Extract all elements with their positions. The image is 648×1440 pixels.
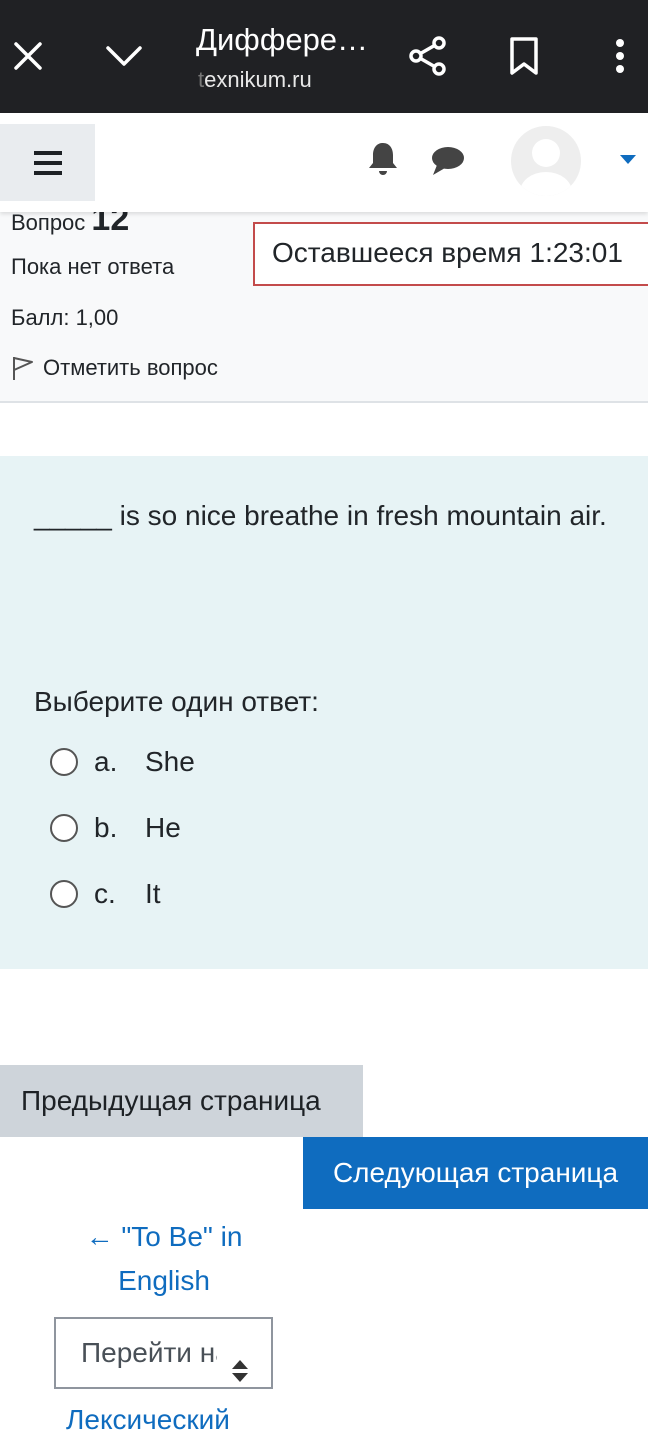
chevron-down-icon[interactable] [102,36,146,76]
quiz-timer: Оставшееся время 1:23:01 [253,222,648,286]
jump-select-value: Перейти на... [81,1337,217,1368]
question-text: _____ is so nice breathe in fresh mounta… [34,500,607,531]
answer-letter: a. [94,746,118,777]
select-arrows-icon [231,1341,249,1382]
question-content: _____ is so nice breathe in fresh mounta… [0,456,648,969]
more-vert-icon[interactable] [606,34,634,78]
page-title: Диффере… [196,22,369,57]
answer-letter: b. [94,812,118,843]
next-page-button[interactable]: Следующая страница [303,1137,648,1209]
browser-toolbar: Диффере… texnikum.ru [0,0,648,113]
question-number: Вопрос 12 [11,212,130,238]
answer-text: It [145,878,161,909]
answer-option-a[interactable]: a. She [50,742,195,782]
answer-option-c[interactable]: c. It [50,874,161,914]
question-grade: Балл: 1,00 [11,305,119,330]
bell-icon[interactable] [366,141,400,177]
radio-button[interactable] [50,880,78,908]
radio-button[interactable] [50,814,78,842]
flag-question-link[interactable]: Отметить вопрос [11,355,218,381]
flag-icon [11,355,35,381]
caret-down-icon[interactable] [619,152,637,164]
previous-activity-link[interactable]: ← "To Be" in English [60,1215,268,1303]
bookmark-icon[interactable] [504,34,544,78]
question-state: Пока нет ответа [11,254,175,279]
previous-page-button[interactable]: Предыдущая страница [0,1065,363,1137]
answer-text: She [145,746,195,777]
radio-button[interactable] [50,748,78,776]
site-navbar [0,113,648,212]
answer-letter: c. [94,878,116,909]
answer-text: He [145,812,181,843]
answer-prompt: Выберите один ответ: [34,686,319,717]
share-icon[interactable] [406,34,450,78]
hamburger-icon[interactable] [0,124,95,201]
chat-icon[interactable] [430,145,466,177]
answer-option-b[interactable]: b. He [50,808,181,848]
next-activity-link[interactable]: Лексический [66,1404,230,1436]
flag-question-label: Отметить вопрос [43,355,218,380]
avatar[interactable] [511,126,581,196]
jump-to-select[interactable]: Перейти на... [54,1317,273,1389]
close-icon[interactable] [8,36,48,76]
page-url: texnikum.ru [198,67,312,92]
